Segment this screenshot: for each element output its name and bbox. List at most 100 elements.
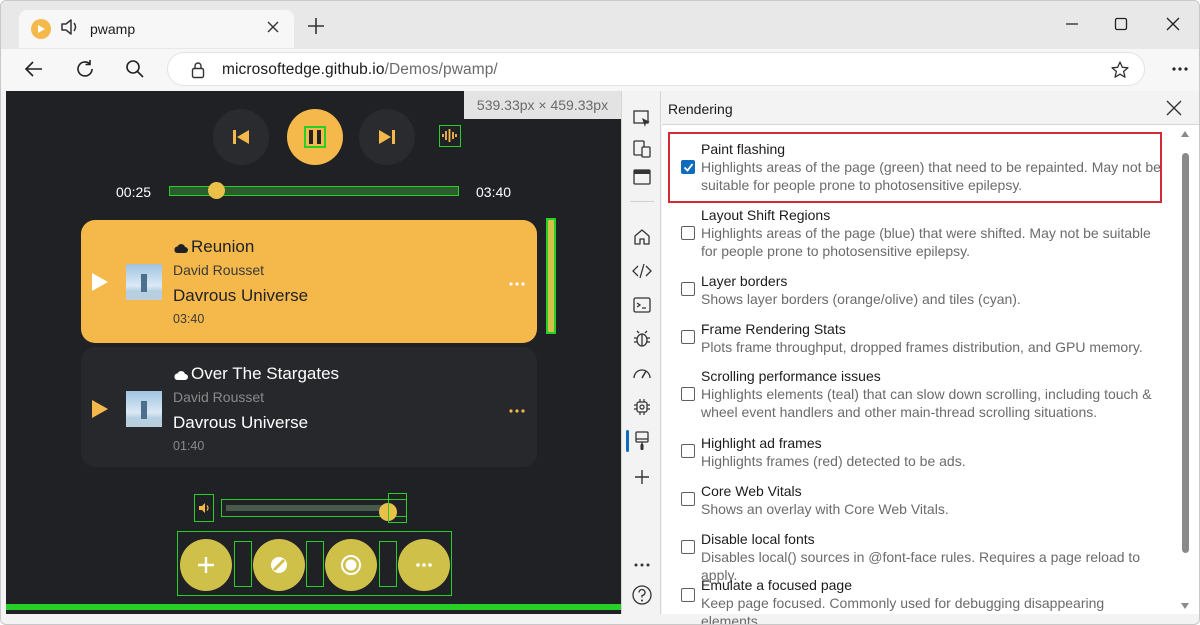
- url-path: /Demos/pwamp/: [384, 61, 498, 78]
- total-time: 03:40: [476, 184, 512, 200]
- seek-bar[interactable]: [169, 182, 459, 199]
- back-arrow-icon[interactable]: [23, 58, 45, 85]
- close-tab-icon[interactable]: [266, 20, 280, 39]
- option-description: Plots frame throughput, dropped frames d…: [701, 339, 1143, 355]
- rendering-panel: Rendering Paint flashing Highlights area…: [662, 91, 1199, 624]
- visualizer-toggle[interactable]: [439, 125, 461, 147]
- url-text[interactable]: microsoftedge.github.io/Demos/pwamp/: [222, 61, 498, 79]
- option-label: Layout Shift Regions: [701, 207, 831, 223]
- inspect-icon[interactable]: [630, 107, 654, 131]
- playlist-scrollbar[interactable]: [546, 218, 556, 334]
- scrollbar-thumb[interactable]: [1182, 153, 1189, 553]
- paint-flashing-checkbox[interactable]: [681, 160, 695, 174]
- console-icon[interactable]: [630, 293, 654, 317]
- more-actions-button[interactable]: [398, 539, 450, 591]
- scroll-down-icon[interactable]: [1180, 602, 1190, 610]
- close-panel-icon[interactable]: [1164, 98, 1184, 123]
- site-info-lock-icon[interactable]: [190, 61, 206, 84]
- paint-flash-bottom-region: [6, 604, 621, 610]
- performance-icon[interactable]: [630, 361, 654, 385]
- play-pause-button[interactable]: [287, 109, 343, 165]
- welcome-home-icon[interactable]: [630, 225, 654, 249]
- previous-track-button[interactable]: [213, 109, 269, 165]
- address-bar[interactable]: microsoftedge.github.io/Demos/pwamp/: [167, 52, 1145, 86]
- maximize-icon[interactable]: [1113, 14, 1129, 39]
- option-label: Highlight ad frames: [701, 435, 822, 451]
- option-label: Frame Rendering Stats: [701, 321, 846, 337]
- dock-icon[interactable]: [630, 165, 654, 189]
- elapsed-time: 00:25: [116, 184, 152, 200]
- minimize-icon[interactable]: [1064, 14, 1080, 39]
- volume-fill: [226, 505, 387, 511]
- search-icon[interactable]: [124, 58, 146, 85]
- next-icon: [379, 130, 395, 144]
- more-dots-icon: [416, 563, 432, 567]
- disable-local-fonts-checkbox[interactable]: [681, 540, 695, 554]
- next-track-button[interactable]: [359, 109, 415, 165]
- viewport-dimensions-overlay: 539.33px × 459.33px: [464, 91, 621, 119]
- layout-shift-checkbox[interactable]: [681, 226, 695, 240]
- pencil-circle-icon: [271, 557, 287, 573]
- memory-chip-icon[interactable]: [630, 395, 654, 419]
- scroll-up-icon[interactable]: [1180, 130, 1190, 138]
- core-web-vitals-checkbox[interactable]: [681, 492, 695, 506]
- new-tab-icon[interactable]: [306, 16, 326, 41]
- panel-header: Rendering: [662, 91, 1199, 125]
- volume-icon[interactable]: [194, 494, 214, 522]
- active-tool-indicator: [626, 430, 629, 452]
- track-more-icon[interactable]: [509, 274, 525, 292]
- device-emulation-icon[interactable]: [630, 137, 654, 161]
- previous-icon: [233, 130, 249, 144]
- option-description: Shows an overlay with Core Web Vitals.: [701, 501, 949, 517]
- record-icon: [341, 555, 361, 575]
- close-window-icon[interactable]: [1165, 14, 1181, 39]
- layer-borders-checkbox[interactable]: [681, 282, 695, 296]
- more-tools-icon[interactable]: [630, 553, 654, 577]
- checkmark-icon: [683, 162, 693, 172]
- panel-title: Rendering: [668, 101, 733, 117]
- favorite-star-icon[interactable]: [1110, 60, 1130, 85]
- panel-scrollbar[interactable]: [1179, 127, 1191, 614]
- volume-repaint-region: [388, 493, 407, 523]
- help-icon[interactable]: [630, 583, 654, 607]
- record-button[interactable]: [325, 539, 377, 591]
- ad-frames-checkbox[interactable]: [681, 444, 695, 458]
- pause-icon: [304, 126, 326, 148]
- emulate-focused-checkbox[interactable]: [681, 588, 695, 602]
- scrolling-performance-checkbox[interactable]: [681, 387, 695, 401]
- playlist-track[interactable]: Reunion David Rousset Davrous Universe 0…: [81, 220, 537, 343]
- option-label: Paint flashing: [701, 141, 786, 157]
- playlist-track[interactable]: Over The Stargates David Rousset Davrous…: [81, 347, 537, 467]
- option-description: Highlights elements (teal) that can slow…: [701, 386, 1152, 420]
- track-title: Reunion: [191, 237, 255, 256]
- plus-icon: [198, 557, 214, 573]
- tab-strip: pwamp: [1, 1, 1199, 51]
- option-description: Shows layer borders (orange/olive) and t…: [701, 291, 1021, 307]
- edit-theme-button[interactable]: [253, 539, 305, 591]
- seek-thumb[interactable]: [207, 182, 225, 199]
- elements-code-icon[interactable]: [630, 259, 654, 283]
- play-track-icon[interactable]: [91, 399, 109, 424]
- refresh-icon[interactable]: [74, 58, 96, 85]
- cloud-icon: [173, 241, 188, 259]
- option-description: Keep page focused. Commonly used for deb…: [701, 595, 1105, 625]
- sources-bug-icon[interactable]: [630, 327, 654, 351]
- track-more-icon[interactable]: [509, 401, 525, 419]
- play-track-icon[interactable]: [91, 272, 109, 297]
- frame-stats-checkbox[interactable]: [681, 330, 695, 344]
- option-label: Emulate a focused page: [701, 577, 852, 593]
- tab-pwamp[interactable]: pwamp: [19, 10, 294, 48]
- option-description: Highlights areas of the page (green) tha…: [701, 159, 1161, 193]
- rendering-brush-icon[interactable]: [630, 429, 654, 453]
- repaint-region: [379, 541, 397, 587]
- settings-more-icon[interactable]: [1171, 59, 1189, 84]
- option-label: Scrolling performance issues: [701, 368, 881, 384]
- url-domain: microsoftedge.github.io: [222, 61, 385, 78]
- audio-playing-icon[interactable]: [60, 18, 80, 41]
- option-label: Disable local fonts: [701, 531, 815, 547]
- add-tool-icon[interactable]: [630, 465, 654, 489]
- volume-slider[interactable]: [221, 499, 407, 521]
- pwamp-favicon-icon: [31, 19, 51, 39]
- cloud-icon: [173, 368, 188, 386]
- add-songs-button[interactable]: [180, 539, 232, 591]
